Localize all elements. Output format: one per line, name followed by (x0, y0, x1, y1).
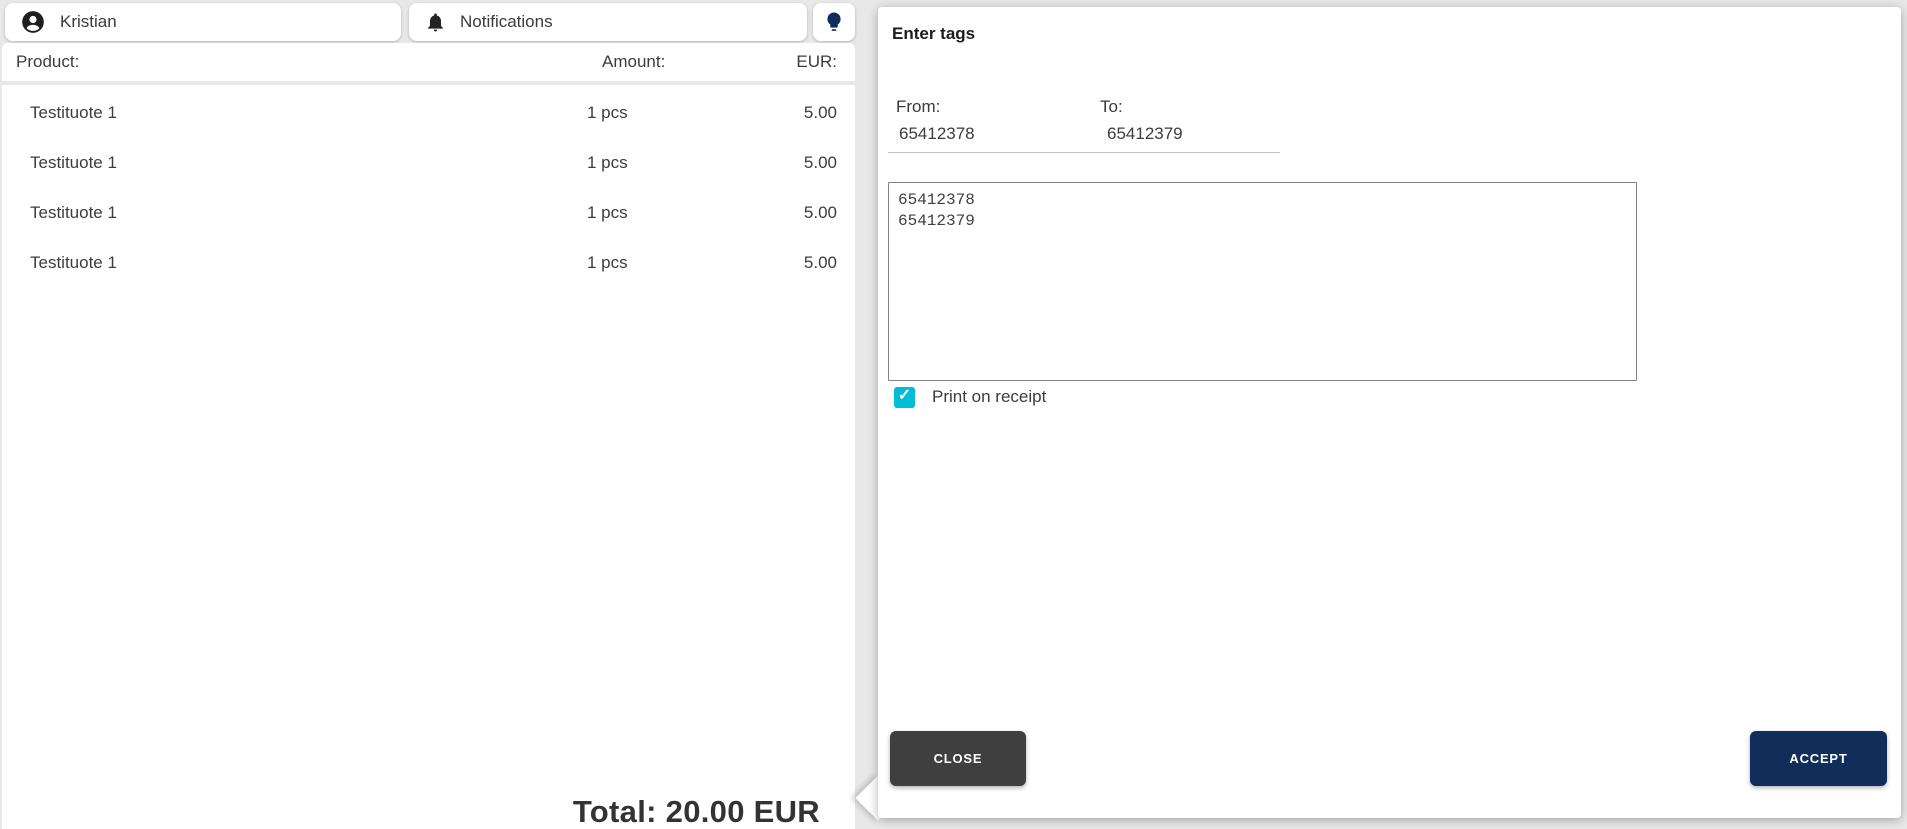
close-button[interactable]: CLOSE (890, 731, 1026, 786)
row-product: Testituote 1 (30, 253, 117, 273)
bell-icon (425, 12, 446, 33)
accept-button[interactable]: ACCEPT (1750, 731, 1887, 786)
account-circle-icon (20, 9, 46, 35)
row-price: 5.00 (804, 153, 837, 173)
table-row[interactable]: Testituote 1 1 pcs 5.00 (2, 87, 855, 137)
table-row[interactable]: Testituote 1 1 pcs 5.00 (2, 187, 855, 237)
row-amount: 1 pcs (587, 253, 628, 273)
print-on-receipt-row: ✓ Print on receipt (894, 386, 1046, 408)
fields-underline (888, 152, 1280, 153)
print-on-receipt-checkbox[interactable]: ✓ (894, 387, 915, 408)
table-row[interactable]: Testituote 1 1 pcs 5.00 (2, 137, 855, 187)
row-price: 5.00 (804, 253, 837, 273)
row-price: 5.00 (804, 203, 837, 223)
user-name-label: Kristian (60, 12, 117, 32)
to-label: To: (1100, 97, 1123, 117)
order-table-header: Product: Amount: EUR: (2, 43, 855, 81)
row-price: 5.00 (804, 103, 837, 123)
to-input[interactable] (1107, 124, 1287, 144)
column-header-amount: Amount: (602, 52, 665, 72)
order-total: Total: 20.00 EUR (573, 796, 820, 829)
tags-textarea[interactable]: 65412378 65412379 (888, 182, 1637, 381)
row-amount: 1 pcs (587, 103, 628, 123)
row-amount: 1 pcs (587, 153, 628, 173)
table-row[interactable]: Testituote 1 1 pcs 5.00 (2, 237, 855, 287)
user-menu-button[interactable]: Kristian (5, 3, 401, 41)
dialog-title: Enter tags (892, 24, 975, 44)
lamp-button[interactable] (813, 3, 855, 41)
column-header-product: Product: (16, 52, 79, 72)
row-product: Testituote 1 (30, 153, 117, 173)
checkmark-icon: ✓ (898, 388, 911, 404)
enter-tags-dialog: Enter tags From: To: 65412378 65412379 ✓… (878, 7, 1901, 818)
lightbulb-icon (822, 10, 846, 34)
row-amount: 1 pcs (587, 203, 628, 223)
order-table: Testituote 1 1 pcs 5.00 Testituote 1 1 p… (2, 85, 855, 829)
from-input[interactable] (899, 124, 1079, 144)
from-label: From: (896, 97, 940, 117)
column-header-eur: EUR: (796, 52, 837, 72)
pos-screen: Kristian Notifications Product: Amount: … (0, 0, 1907, 829)
notifications-label: Notifications (460, 12, 553, 32)
row-product: Testituote 1 (30, 203, 117, 223)
notifications-button[interactable]: Notifications (409, 3, 807, 41)
print-on-receipt-label: Print on receipt (932, 387, 1046, 407)
row-product: Testituote 1 (30, 103, 117, 123)
